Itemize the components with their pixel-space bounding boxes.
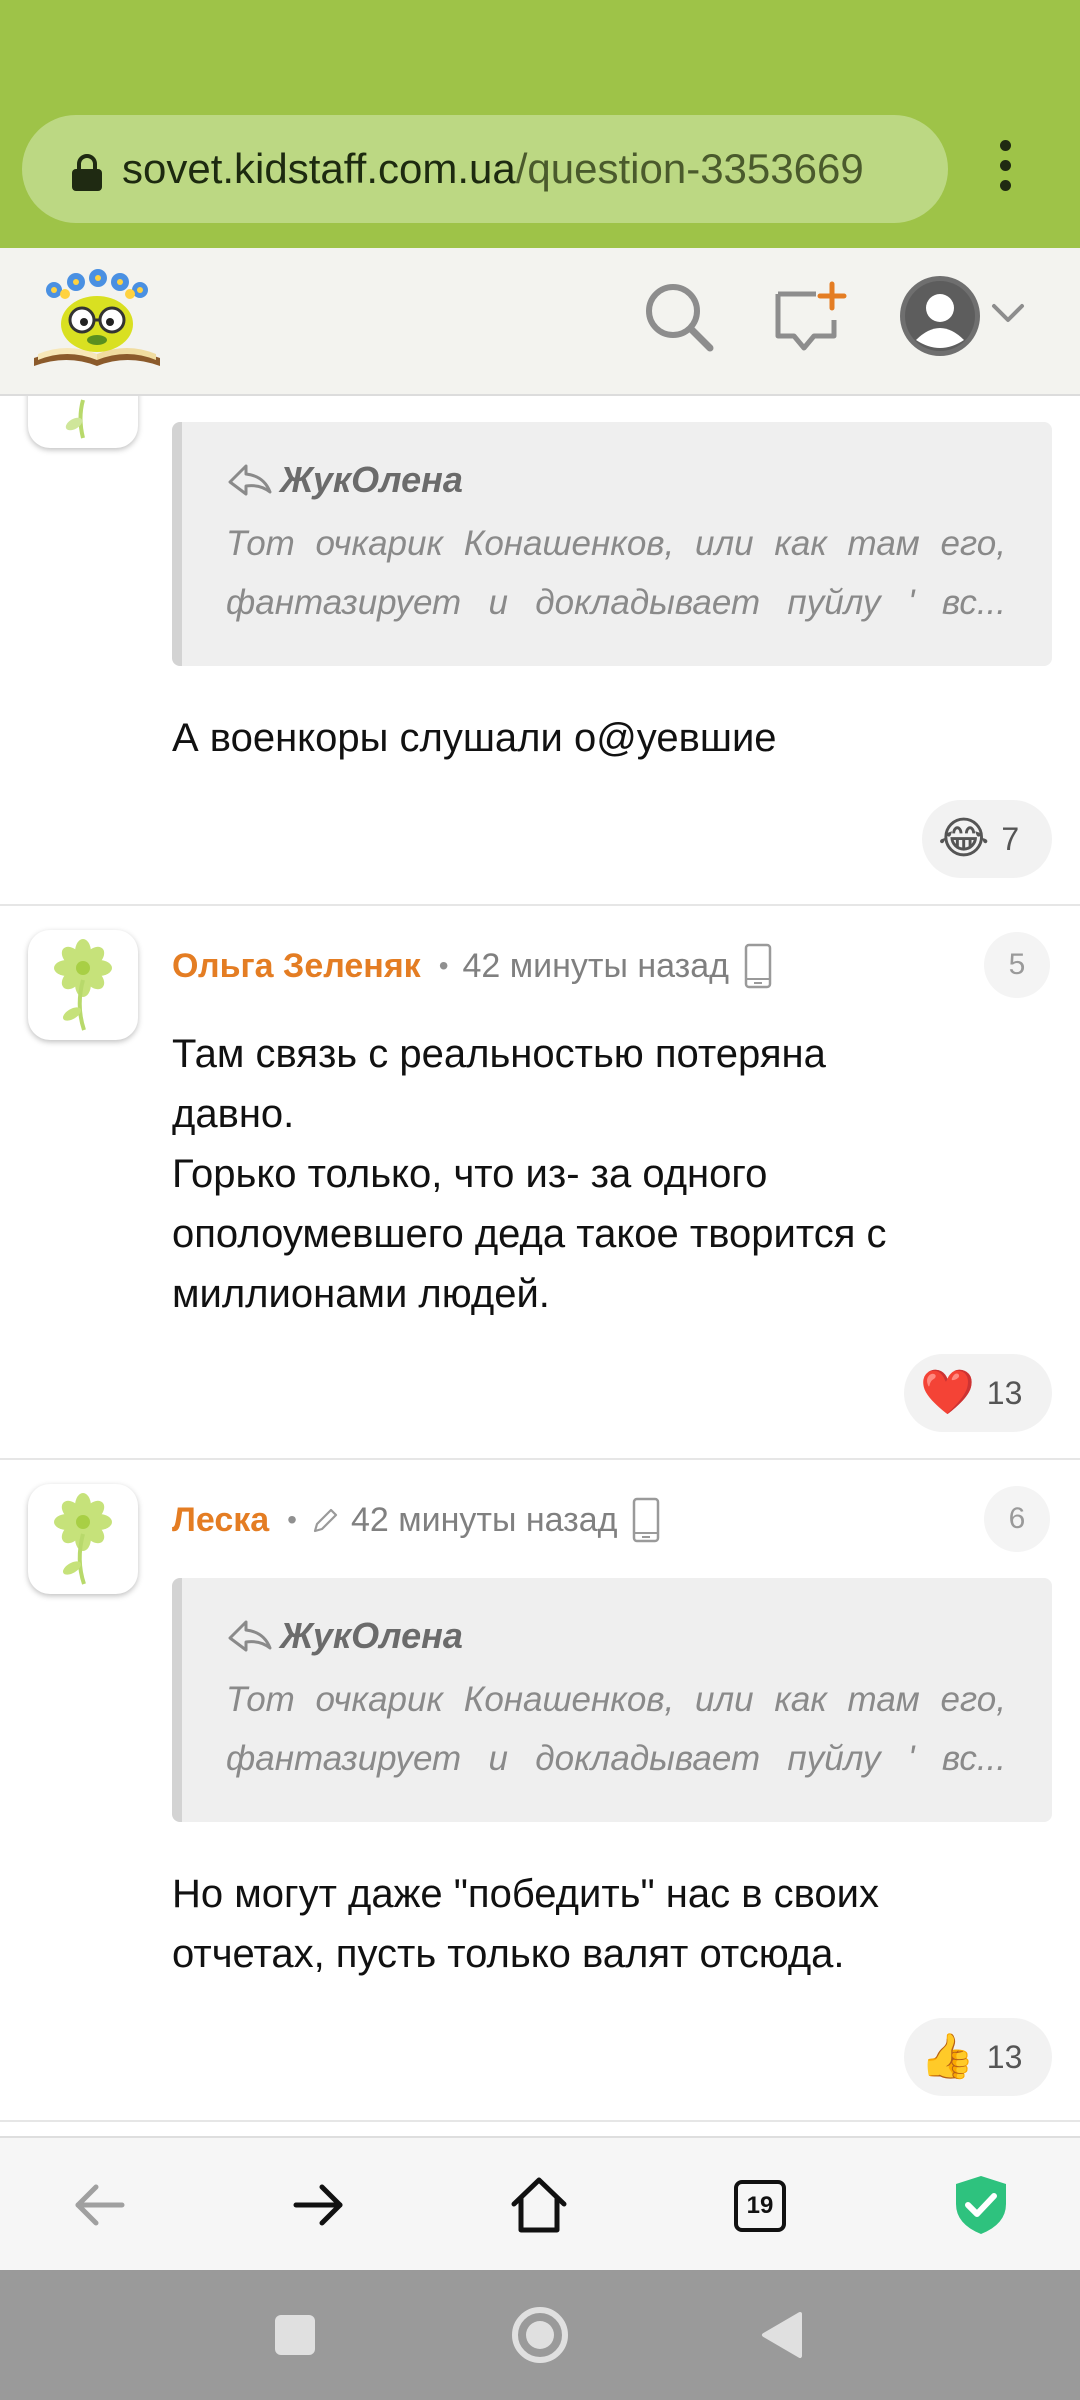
url-domain: sovet.kidstaff.com.ua xyxy=(122,145,516,192)
flower-avatar-icon xyxy=(65,399,85,439)
divider xyxy=(0,1458,1080,1460)
url-text: sovet.kidstaff.com.ua/question-3353669 xyxy=(122,115,942,223)
reaction-count: 7 xyxy=(1001,820,1020,857)
flower-avatar-icon xyxy=(54,1493,112,1585)
divider xyxy=(0,904,1080,906)
kidstaff-logo[interactable] xyxy=(32,262,162,374)
heart-emoji-icon: ❤️ xyxy=(920,1368,975,1417)
recent-apps-icon[interactable] xyxy=(260,2300,330,2370)
url-path: /question-3353669 xyxy=(515,145,864,192)
reaction-button[interactable]: 😂 7 xyxy=(922,800,1052,878)
forward-arrow-icon[interactable] xyxy=(284,2170,354,2240)
tab-count: 19 xyxy=(734,2180,786,2232)
comment-avatar[interactable] xyxy=(28,930,138,1040)
browser-menu-icon[interactable] xyxy=(985,140,1025,200)
quote-block[interactable]: ЖукОлена Тот очкарик Конашенков, или как… xyxy=(172,1578,1052,1822)
reaction-count: 13 xyxy=(986,2038,1023,2075)
reply-icon xyxy=(228,1620,272,1652)
comment-meta: Ольга Зеленяк • 42 минуты назад xyxy=(172,936,773,996)
reaction-button[interactable]: 👍 13 xyxy=(904,2018,1052,2096)
comment-number[interactable]: 5 xyxy=(984,932,1050,998)
comment-avatar[interactable] xyxy=(28,396,138,448)
quote-author: ЖукОлена xyxy=(226,458,1006,502)
quote-text: Тот очкарик Конашенков, или как там его,… xyxy=(226,524,1006,622)
reaction-count: 13 xyxy=(986,1374,1023,1411)
home-circle-icon[interactable] xyxy=(505,2300,575,2370)
flower-avatar-icon xyxy=(54,939,112,1031)
mobile-device-icon xyxy=(633,1497,660,1543)
pencil-edited-icon xyxy=(313,1508,338,1533)
comment-time: 42 минуты назад xyxy=(462,946,730,985)
lock-icon xyxy=(72,154,102,191)
quote-block[interactable]: ЖукОлена Тот очкарик Конашенков, или как… xyxy=(172,422,1052,666)
shield-check-icon[interactable] xyxy=(946,2170,1016,2240)
comment-text: Там связь с реальностью потеряна давно. … xyxy=(172,1032,887,1316)
home-icon[interactable] xyxy=(504,2170,574,2240)
android-navigation-bar xyxy=(0,2270,1080,2400)
user-avatar-icon[interactable] xyxy=(898,274,982,358)
chevron-down-icon[interactable] xyxy=(988,298,1028,328)
address-bar[interactable]: sovet.kidstaff.com.ua/question-3353669 xyxy=(22,115,948,223)
divider xyxy=(0,2120,1080,2122)
ask-question-icon[interactable] xyxy=(770,280,850,358)
thumbs-up-emoji-icon: 👍 xyxy=(920,2032,975,2081)
reply-icon xyxy=(228,464,272,496)
browser-bottom-toolbar: 19 xyxy=(0,2136,1080,2272)
mobile-device-icon xyxy=(744,943,772,989)
back-arrow-icon[interactable] xyxy=(64,2170,134,2240)
comment-time: 42 минуты назад xyxy=(350,1500,618,1539)
comment-text: А военкоры слушали о@уевшие xyxy=(172,716,777,760)
quote-text: Тот очкарик Конашенков, или как там его,… xyxy=(226,1680,1006,1778)
meta-separator: • xyxy=(438,950,449,981)
site-header xyxy=(0,248,1080,396)
search-icon[interactable] xyxy=(640,278,720,358)
meta-separator: • xyxy=(287,1504,297,1535)
laugh-emoji-icon: 😂 xyxy=(938,814,990,863)
tabs-button[interactable]: 19 xyxy=(724,2170,794,2240)
comment-author[interactable]: Ольга Зеленяк xyxy=(172,947,421,986)
comment-meta: Леска • 42 минуты назад xyxy=(172,1490,661,1550)
quote-author: ЖукОлена xyxy=(226,1614,1006,1658)
back-triangle-icon[interactable] xyxy=(748,2300,818,2370)
comment-text: Но могут даже "победить" нас в своих отч… xyxy=(172,1872,880,1976)
reaction-button[interactable]: ❤️ 13 xyxy=(904,1354,1052,1432)
comments-list: ЖукОлена Тот очкарик Конашенков, или как… xyxy=(0,396,1080,2136)
browser-toolbar: sovet.kidstaff.com.ua/question-3353669 xyxy=(0,0,1080,248)
comment-number[interactable]: 6 xyxy=(984,1486,1050,1552)
comment-author[interactable]: Леска xyxy=(172,1501,269,1540)
comment-avatar[interactable] xyxy=(28,1484,138,1594)
